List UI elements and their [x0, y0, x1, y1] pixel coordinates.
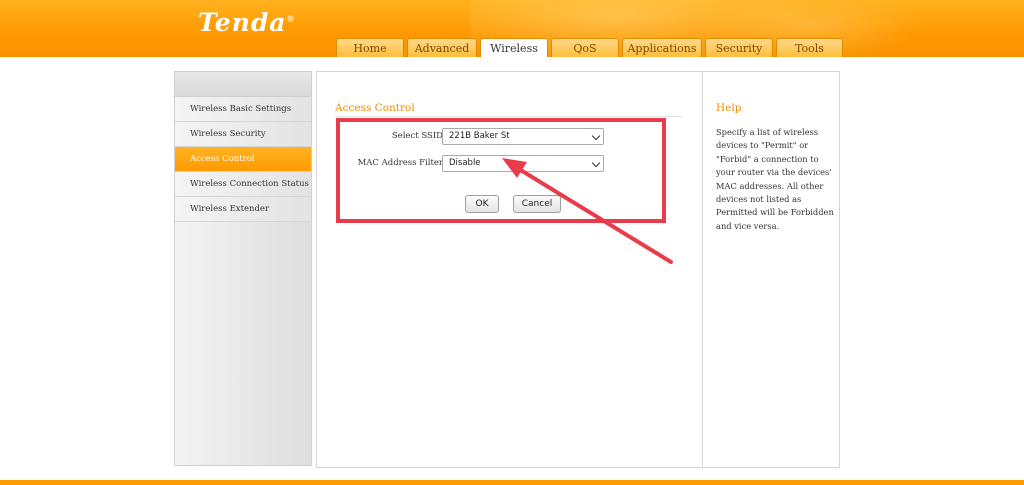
tab-applications[interactable]: Applications [622, 38, 702, 57]
mac-filter-select-value: Disable [449, 158, 481, 168]
chevron-down-icon [591, 158, 601, 168]
sidebar-item-access-control[interactable]: Access Control [175, 147, 311, 172]
cancel-button[interactable]: Cancel [513, 195, 561, 213]
sidebar-item-wireless-security[interactable]: Wireless Security [175, 122, 311, 147]
mac-filter-select[interactable]: Disable [442, 155, 604, 172]
tab-advanced[interactable]: Advanced [407, 38, 477, 57]
page-title: Access Control [335, 102, 415, 114]
tab-wireless[interactable]: Wireless [480, 38, 548, 57]
select-ssid-label: Select SSID [391, 131, 443, 141]
main-panel: Access Control Select SSID 221B Baker St… [316, 71, 840, 468]
tenda-logo: Tenda® [198, 8, 296, 37]
registered-mark: ® [286, 13, 296, 24]
tab-qos[interactable]: QoS [551, 38, 619, 57]
sidebar-item-wireless-connection-status[interactable]: Wireless Connection Status [175, 172, 311, 197]
chevron-down-icon [591, 131, 601, 141]
top-header: Tenda® Home Advanced Wireless QoS Applic… [0, 0, 1024, 57]
sidebar-header-bar [175, 72, 311, 97]
sidebar-item-wireless-basic-settings[interactable]: Wireless Basic Settings [175, 97, 311, 122]
logo-text: Tenda [198, 8, 287, 37]
main-nav: Home Advanced Wireless QoS Applications … [336, 38, 843, 57]
sidebar: Wireless Basic Settings Wireless Securit… [174, 71, 312, 466]
ok-button[interactable]: OK [465, 195, 499, 213]
tab-home[interactable]: Home [336, 38, 404, 57]
tab-tools[interactable]: Tools [776, 38, 843, 57]
help-text: Specify a list of wireless devices to "P… [716, 127, 834, 231]
tab-security[interactable]: Security [705, 38, 773, 57]
ssid-select[interactable]: 221B Baker St [442, 128, 604, 145]
help-panel: Help Specify a list of wireless devices … [702, 72, 840, 467]
help-title: Help [716, 102, 742, 114]
title-divider [335, 116, 683, 117]
sidebar-item-wireless-extender[interactable]: Wireless Extender [175, 197, 311, 222]
mac-filter-label: MAC Address Filter [357, 158, 443, 168]
footer-bar [0, 480, 1024, 485]
ssid-select-value: 221B Baker St [449, 131, 510, 141]
